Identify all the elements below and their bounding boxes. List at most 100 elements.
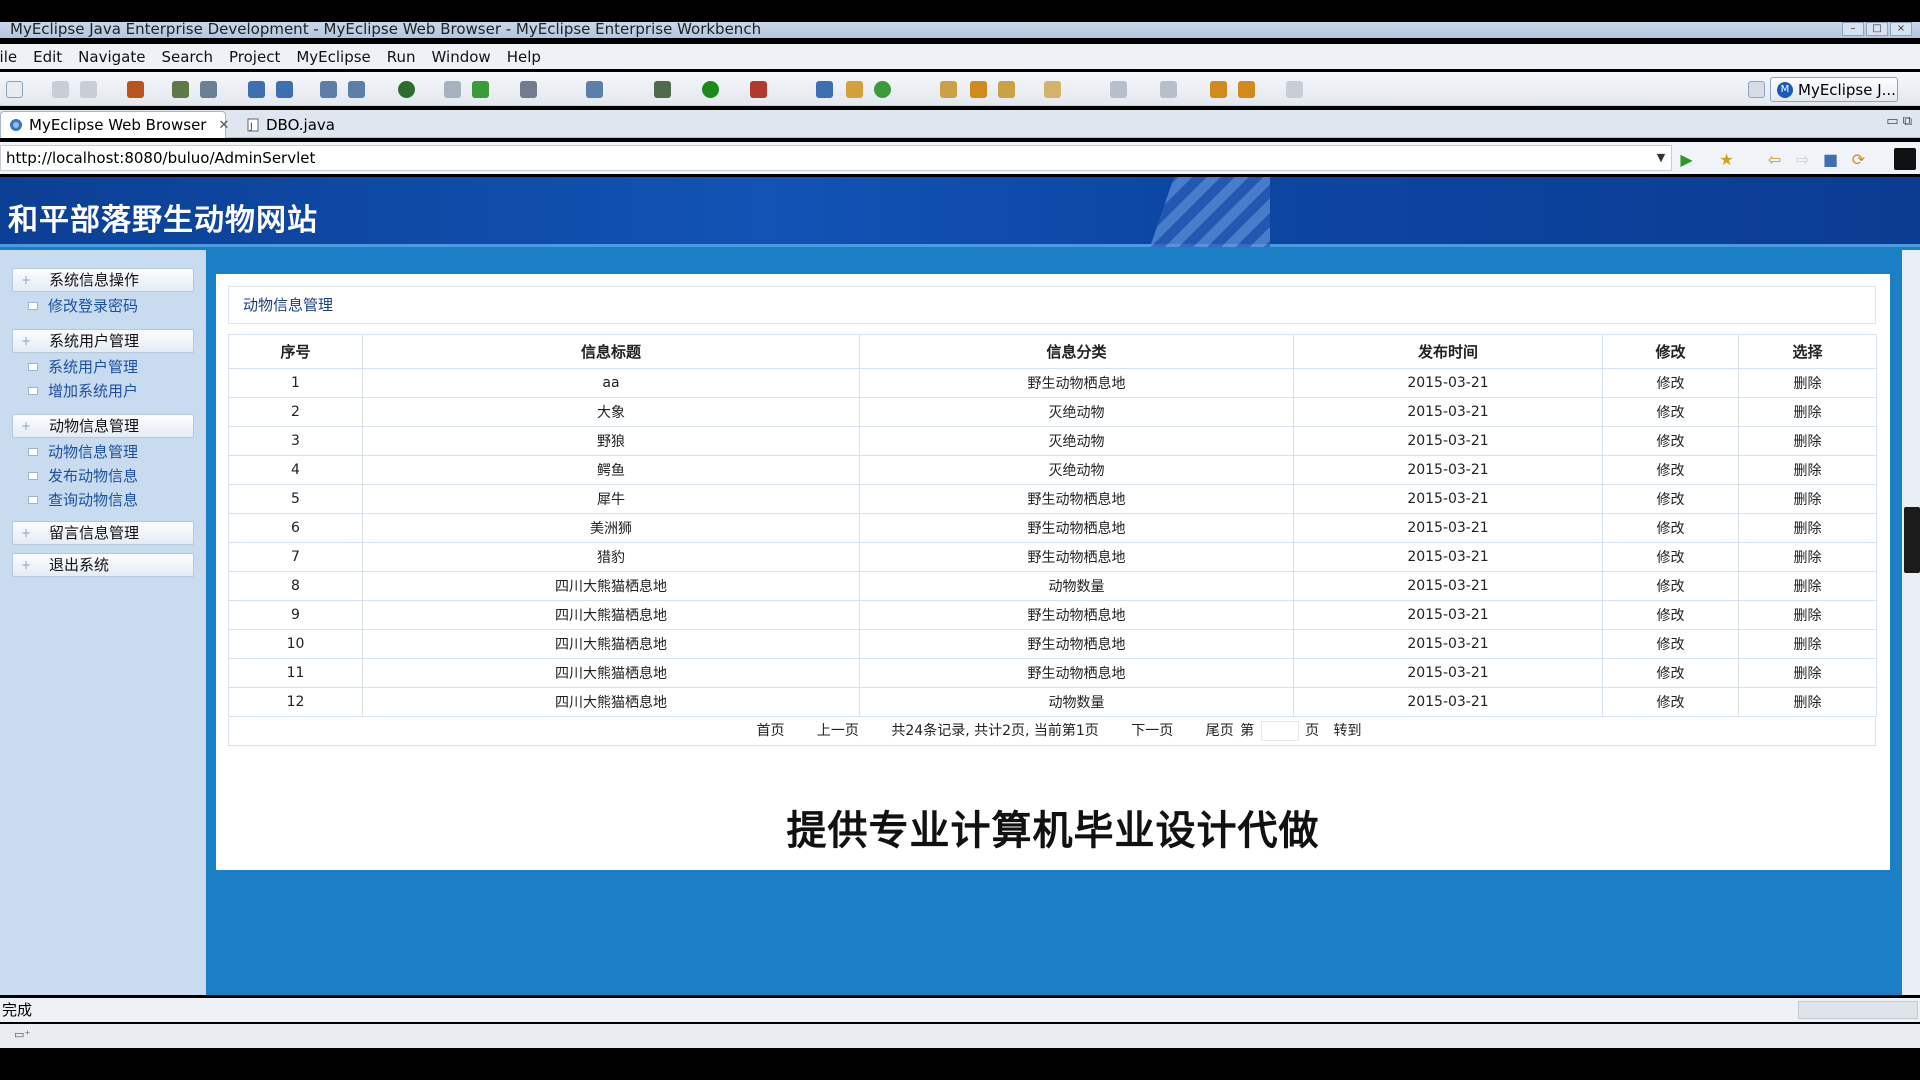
edit-link[interactable]: 修改: [1602, 426, 1739, 456]
prev-annotation-icon[interactable]: [1160, 81, 1177, 98]
external-tools-icon[interactable]: [750, 81, 767, 98]
deploy-icon[interactable]: [248, 81, 265, 98]
edit-link[interactable]: 修改: [1602, 600, 1739, 630]
delete-link[interactable]: 删除: [1738, 658, 1877, 688]
server-config-icon[interactable]: [348, 81, 365, 98]
globe-icon[interactable]: [398, 81, 415, 98]
tab-web-browser[interactable]: MyEclipse Web Browser ✕: [0, 111, 229, 138]
print-icon[interactable]: [80, 81, 97, 98]
camera-icon[interactable]: [520, 81, 537, 98]
menu-myeclipse[interactable]: MyEclipse: [296, 48, 370, 66]
menu-edit[interactable]: Edit: [33, 48, 62, 66]
sidebar-item-add-user[interactable]: 增加系统用户: [27, 380, 138, 401]
sidebar-group-logout[interactable]: 退出系统: [12, 553, 194, 577]
debug-icon[interactable]: [654, 81, 671, 98]
sidebar-group-system-info[interactable]: 系统信息操作: [12, 268, 194, 292]
server-start-icon[interactable]: [320, 81, 337, 98]
sidebar-item-user-management[interactable]: 系统用户管理: [27, 356, 138, 377]
view-minmax-icon[interactable]: ▭ ⧉: [1886, 114, 1912, 129]
maximize-icon[interactable]: □: [1866, 22, 1888, 36]
bug-icon[interactable]: [172, 81, 189, 98]
page-number-input[interactable]: [1260, 721, 1299, 741]
minimize-icon[interactable]: –: [1842, 22, 1864, 36]
deploy2-icon[interactable]: [276, 81, 293, 98]
back-icon[interactable]: [1238, 81, 1255, 98]
open-type-icon[interactable]: [816, 81, 833, 98]
next-annotation-icon[interactable]: [1110, 81, 1127, 98]
delete-link[interactable]: 删除: [1738, 513, 1877, 543]
next-page-link[interactable]: 下一页: [1131, 723, 1173, 739]
folder-open-icon[interactable]: [940, 81, 957, 98]
menu-window[interactable]: Window: [432, 48, 491, 66]
edit-link[interactable]: 修改: [1602, 542, 1739, 572]
menu-project[interactable]: Project: [229, 48, 280, 66]
delete-link[interactable]: 删除: [1738, 455, 1877, 485]
last-edit-icon[interactable]: [1210, 81, 1227, 98]
go-to-page-button[interactable]: 转到: [1334, 723, 1362, 739]
delete-link[interactable]: 删除: [1738, 687, 1877, 717]
tools-icon[interactable]: [444, 81, 461, 98]
sidebar-item-query-animal[interactable]: 查询动物信息: [27, 489, 138, 510]
prev-page-link[interactable]: 上一页: [817, 723, 859, 739]
go-icon[interactable]: ▶: [1678, 151, 1695, 168]
new-wizard-icon[interactable]: [586, 81, 603, 98]
browser-refresh-icon[interactable]: ⟳: [1850, 151, 1867, 168]
browser-forward-icon[interactable]: ⇨: [1794, 151, 1811, 168]
fast-view-icon[interactable]: ▭⁺: [14, 1028, 30, 1041]
refresh-green-icon[interactable]: [874, 81, 891, 98]
vertical-scrollbar[interactable]: [1902, 250, 1920, 995]
database-icon[interactable]: [998, 81, 1015, 98]
delete-link[interactable]: 删除: [1738, 600, 1877, 630]
delete-link[interactable]: 删除: [1738, 571, 1877, 601]
tab-dbo-java[interactable]: J DBO.java: [238, 111, 368, 138]
url-dropdown-icon[interactable]: ▼: [1652, 145, 1670, 171]
browser-back-icon[interactable]: ⇦: [1766, 151, 1783, 168]
sidebar-group-system-users[interactable]: 系统用户管理: [12, 329, 194, 353]
menu-file[interactable]: File: [0, 48, 17, 66]
menu-search[interactable]: Search: [161, 48, 213, 66]
open-perspective-icon[interactable]: [1748, 81, 1765, 98]
close-tab-icon[interactable]: ✕: [218, 118, 229, 133]
delete-link[interactable]: 删除: [1738, 629, 1877, 659]
server-icon[interactable]: [200, 81, 217, 98]
perspective-switcher[interactable]: M MyEclipse J...: [1770, 77, 1898, 102]
close-icon[interactable]: ×: [1890, 22, 1912, 36]
edit-link[interactable]: 修改: [1602, 484, 1739, 514]
delete-link[interactable]: 删除: [1738, 368, 1877, 398]
sidebar-group-messages[interactable]: 留言信息管理: [12, 521, 194, 545]
edit-link[interactable]: 修改: [1602, 571, 1739, 601]
delete-link[interactable]: 删除: [1738, 426, 1877, 456]
edit-link[interactable]: 修改: [1602, 629, 1739, 659]
package-icon[interactable]: [127, 81, 144, 98]
delete-link[interactable]: 删除: [1738, 484, 1877, 514]
new-icon[interactable]: [6, 81, 23, 98]
menu-run[interactable]: Run: [387, 48, 416, 66]
open-resource-icon[interactable]: [846, 81, 863, 98]
save-icon[interactable]: [52, 81, 69, 98]
edit-link[interactable]: 修改: [1602, 687, 1739, 717]
delete-link[interactable]: 删除: [1738, 542, 1877, 572]
sidebar-item-change-password[interactable]: 修改登录密码: [27, 295, 138, 316]
edit-link[interactable]: 修改: [1602, 397, 1739, 427]
favorites-icon[interactable]: ★: [1718, 151, 1735, 168]
edit-link[interactable]: 修改: [1602, 658, 1739, 688]
edit-link[interactable]: 修改: [1602, 368, 1739, 398]
browser-toggle-icon[interactable]: [1894, 148, 1916, 170]
refresh-icon[interactable]: [472, 81, 489, 98]
sidebar-item-animal-management[interactable]: 动物信息管理: [27, 441, 138, 462]
sidebar-item-publish-animal[interactable]: 发布动物信息: [27, 465, 138, 486]
delete-link[interactable]: 删除: [1738, 397, 1877, 427]
edit-link[interactable]: 修改: [1602, 455, 1739, 485]
browser-stop-icon[interactable]: ■: [1822, 151, 1839, 168]
sidebar-group-animal-info[interactable]: 动物信息管理: [12, 414, 194, 438]
forward-icon[interactable]: [1286, 81, 1303, 98]
edit-link[interactable]: 修改: [1602, 513, 1739, 543]
folder-icon[interactable]: [1044, 81, 1061, 98]
scrollbar-thumb[interactable]: [1904, 507, 1920, 573]
first-page-link[interactable]: 首页: [756, 723, 784, 739]
last-page-link[interactable]: 尾页: [1206, 723, 1234, 739]
menu-help[interactable]: Help: [507, 48, 541, 66]
run-icon[interactable]: [702, 81, 719, 98]
url-input[interactable]: http://localhost:8080/buluo/AdminServlet: [0, 145, 1672, 171]
menu-navigate[interactable]: Navigate: [78, 48, 145, 66]
